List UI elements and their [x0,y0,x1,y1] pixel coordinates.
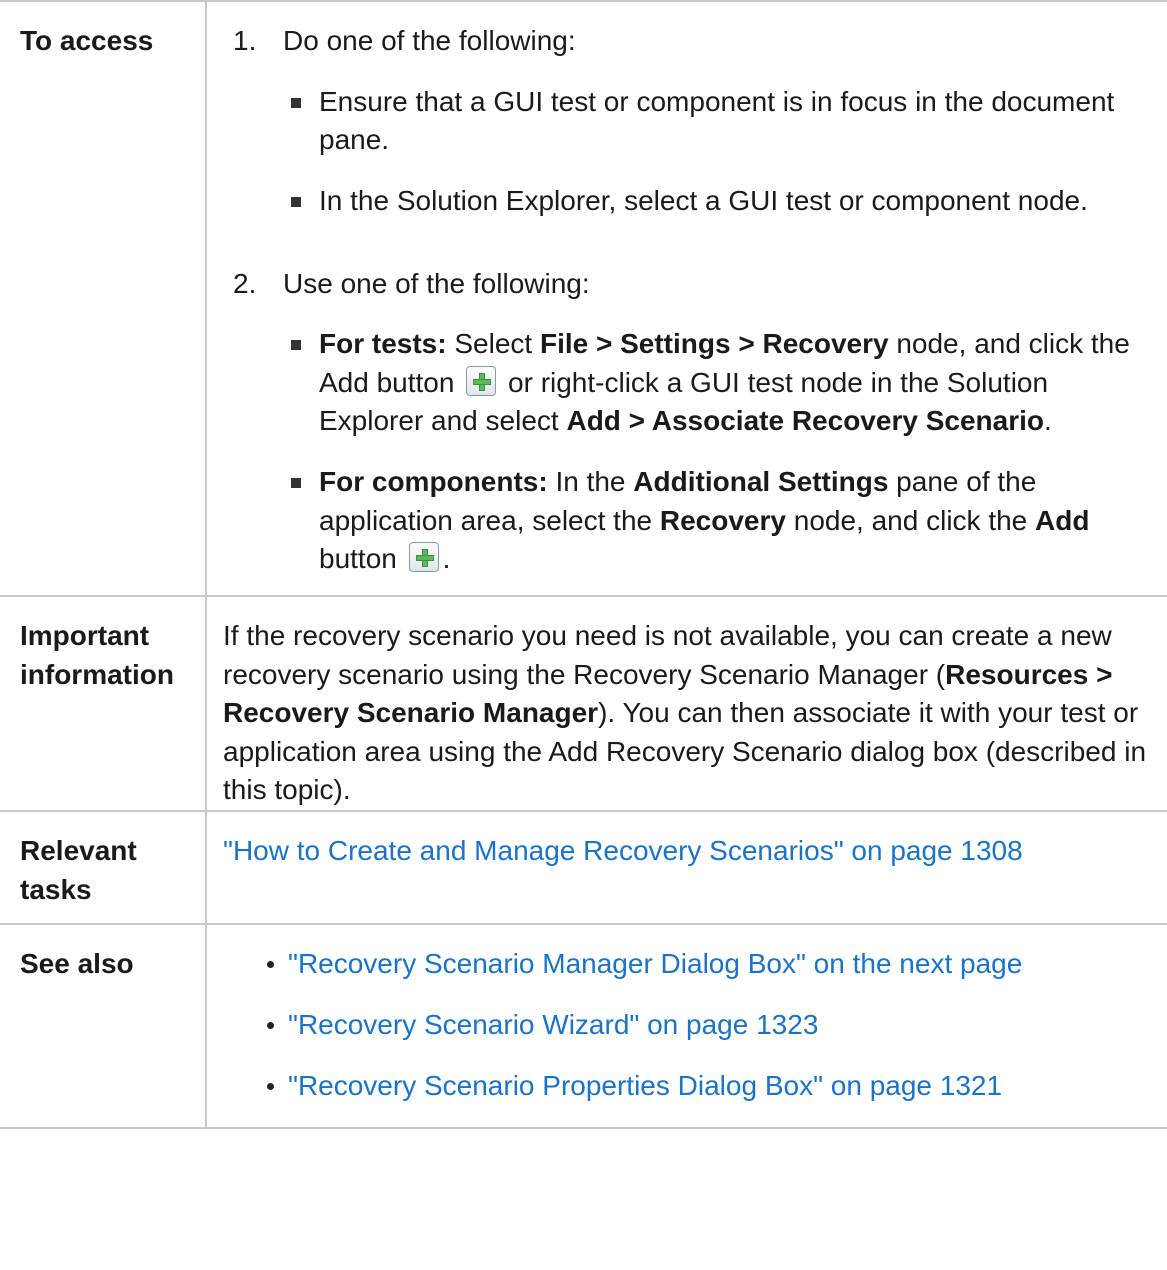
link-create-manage-recovery[interactable]: "How to Create and Manage Recovery Scena… [223,835,1023,866]
square-bullet-icon [291,196,301,207]
step-number: 1. [233,25,257,56]
list-item: "Recovery Scenario Wizard" on page 1323 [223,1006,1167,1045]
info-table: To access 1. Do one of the following: En… [0,0,1167,1130]
row-label: See also [0,923,207,1130]
row-see-also: See also "Recovery Scenario Manager Dial… [0,923,1167,1130]
row-content: "Recovery Scenario Manager Dialog Box" o… [205,923,1167,1130]
bold-text: Recovery [659,504,786,536]
step-text: Do one of the following: [283,25,576,56]
text-run: In the [547,466,634,497]
link-recovery-scenario-properties[interactable]: "Recovery Scenario Properties Dialog Box… [288,1067,1002,1106]
list-item: For tests: Select File > Settings > Reco… [283,325,1167,441]
sub-list: For tests: Select File > Settings > Reco… [283,325,1167,579]
list-item: 1. Do one of the following: Ensure that … [223,22,1167,243]
text-run: Select [446,328,540,360]
sub-item-text: Ensure that a GUI test or component is i… [319,85,1115,156]
bold-text: Add > Associate Recovery Scenario [566,405,1044,437]
text-run: node, and click the [785,504,1036,536]
add-plus-icon [466,365,497,396]
row-label: Relevant tasks [0,809,207,926]
sub-item-text: For components: In the Additional Settin… [319,463,1159,579]
row-label: Important information [0,594,207,813]
row-to-access: To access 1. Do one of the following: En… [0,0,1167,597]
bold-text: File > Settings > Recovery [539,328,889,360]
add-plus-icon [408,542,439,573]
link-recovery-scenario-wizard[interactable]: "Recovery Scenario Wizard" on page 1323 [288,1006,818,1045]
row-content: "How to Create and Manage Recovery Scena… [205,809,1167,926]
list-item: Ensure that a GUI test or component is i… [283,83,1167,160]
row-content: If the recovery scenario you need is not… [205,594,1167,813]
step-number: 2. [233,267,257,299]
list-item: "Recovery Scenario Properties Dialog Box… [223,1067,1167,1106]
row-content: 1. Do one of the following: Ensure that … [205,0,1167,597]
step-text: Use one of the following: [283,267,590,299]
bold-text: Additional Settings [633,466,889,497]
sub-list: Ensure that a GUI test or component is i… [283,83,1167,221]
dot-bullet-icon [267,961,274,969]
sub-item-text: In the Solution Explorer, select a GUI t… [319,184,1088,216]
row-important-information: Important information If the recovery sc… [0,594,1167,813]
square-bullet-icon [291,97,301,108]
sub-item-text: For tests: Select File > Settings > Reco… [319,325,1159,441]
numbered-list: 1. Do one of the following: Ensure that … [223,22,1167,595]
text-run: button [319,543,405,575]
dot-bullet-icon [267,1021,274,1029]
list-item: 2. Use one of the following: For tests: … [223,265,1167,595]
list-item: "Recovery Scenario Manager Dialog Box" o… [223,945,1167,984]
list-item: In the Solution Explorer, select a GUI t… [283,182,1167,221]
row-label: To access [0,0,207,597]
bullet-list: "Recovery Scenario Manager Dialog Box" o… [223,945,1167,1105]
bold-text: For components: [319,466,548,497]
bold-text: Add [1035,504,1090,536]
list-item: For components: In the Additional Settin… [283,463,1167,579]
bold-text: For tests: [319,328,447,360]
dot-bullet-icon [267,1082,274,1090]
square-bullet-icon [291,340,301,351]
link-recovery-scenario-manager[interactable]: "Recovery Scenario Manager Dialog Box" o… [288,945,1022,984]
text-run: . [1043,405,1052,437]
row-relevant-tasks: Relevant tasks "How to Create and Manage… [0,809,1167,926]
square-bullet-icon [291,478,301,488]
text-run: . [442,543,451,575]
